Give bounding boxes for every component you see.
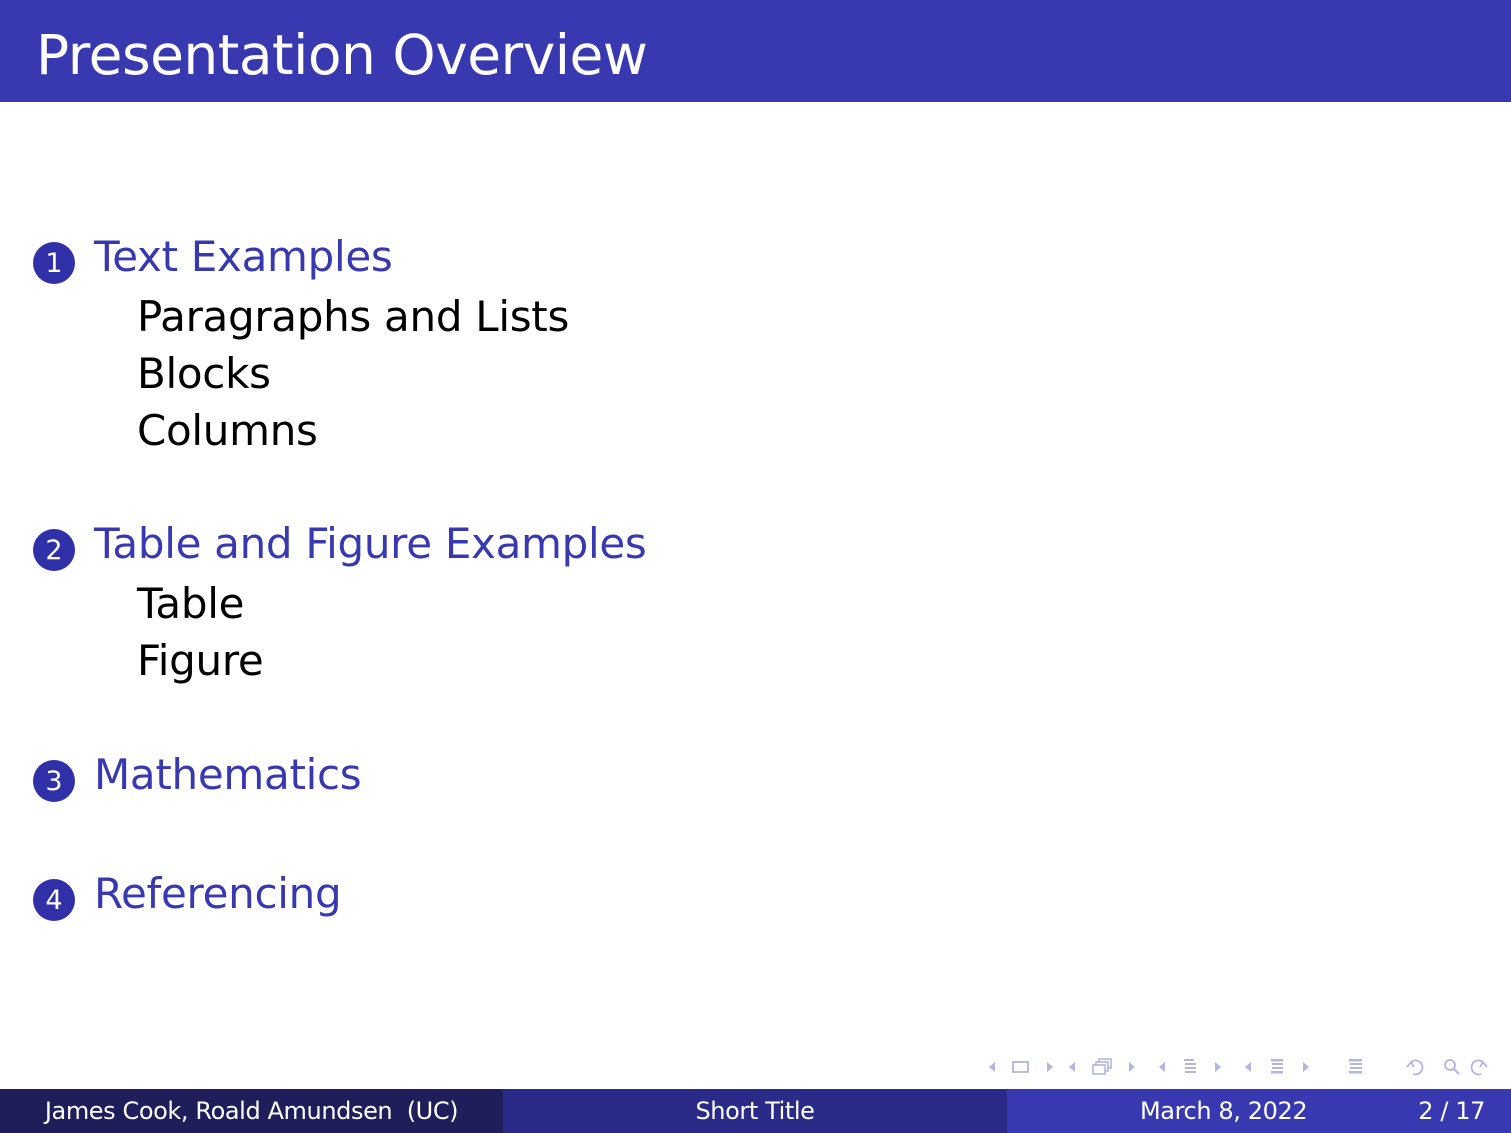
search-icon[interactable] bbox=[1441, 1054, 1463, 1080]
slide-footer: James Cook, Roald Amundsen (UC) Short Ti… bbox=[0, 1089, 1511, 1133]
document-list-icon[interactable] bbox=[1321, 1054, 1391, 1080]
navigation-bar bbox=[985, 1054, 1500, 1080]
toc-subsection[interactable]: Columns bbox=[137, 402, 569, 459]
toc-subsection[interactable]: Paragraphs and Lists bbox=[137, 288, 569, 345]
next-arrow-icon[interactable] bbox=[1043, 1054, 1057, 1080]
footer-date-page: March 8, 2022 2 / 17 bbox=[1007, 1089, 1511, 1133]
toc-section-2[interactable]: 2 Table and Figure Examples Table Figure bbox=[33, 519, 647, 689]
next-arrow-icon[interactable] bbox=[1203, 1054, 1233, 1080]
section-list-icon[interactable] bbox=[1263, 1054, 1291, 1080]
toc-subsection[interactable]: Table bbox=[137, 575, 647, 632]
prev-arrow-icon[interactable] bbox=[1233, 1054, 1263, 1080]
toc-section-label[interactable]: Referencing bbox=[94, 869, 342, 919]
toc-section-4[interactable]: 4 Referencing bbox=[33, 869, 342, 921]
subsection-list-icon[interactable] bbox=[1177, 1054, 1203, 1080]
redo-icon[interactable] bbox=[1463, 1054, 1493, 1080]
footer-author-text: James Cook, Roald Amundsen (UC) bbox=[44, 1097, 459, 1125]
footer-short-title-text: Short Title bbox=[695, 1097, 815, 1125]
stacked-frames-icon[interactable] bbox=[1087, 1054, 1117, 1080]
next-arrow-icon[interactable] bbox=[1117, 1054, 1147, 1080]
footer-author: James Cook, Roald Amundsen (UC) bbox=[0, 1089, 503, 1133]
toc-section-1[interactable]: 1 Text Examples Paragraphs and Lists Blo… bbox=[33, 232, 569, 459]
section-number-badge: 1 bbox=[33, 242, 75, 284]
toc-section-label[interactable]: Table and Figure Examples bbox=[94, 519, 647, 569]
slide-title: Presentation Overview bbox=[36, 23, 648, 87]
undo-icon[interactable] bbox=[1391, 1054, 1441, 1080]
section-number-badge: 2 bbox=[33, 529, 75, 571]
prev-arrow-icon[interactable] bbox=[985, 1054, 999, 1080]
toc-subsection[interactable]: Figure bbox=[137, 632, 647, 689]
slide-header: Presentation Overview bbox=[0, 0, 1511, 102]
footer-date: March 8, 2022 bbox=[1140, 1097, 1308, 1125]
next-arrow-icon[interactable] bbox=[1291, 1054, 1321, 1080]
toc-subsection[interactable]: Blocks bbox=[137, 345, 569, 402]
prev-arrow-icon[interactable] bbox=[1147, 1054, 1177, 1080]
slide-frame-icon[interactable] bbox=[999, 1054, 1043, 1080]
footer-short-title: Short Title bbox=[503, 1089, 1007, 1133]
page-counter: 2 / 17 bbox=[1418, 1097, 1485, 1125]
section-number-badge: 4 bbox=[33, 879, 75, 921]
toc-section-label[interactable]: Text Examples bbox=[94, 232, 393, 282]
prev-arrow-icon[interactable] bbox=[1057, 1054, 1087, 1080]
toc-section-3[interactable]: 3 Mathematics bbox=[33, 750, 362, 802]
toc-section-label[interactable]: Mathematics bbox=[94, 750, 362, 800]
section-number-badge: 3 bbox=[33, 760, 75, 802]
